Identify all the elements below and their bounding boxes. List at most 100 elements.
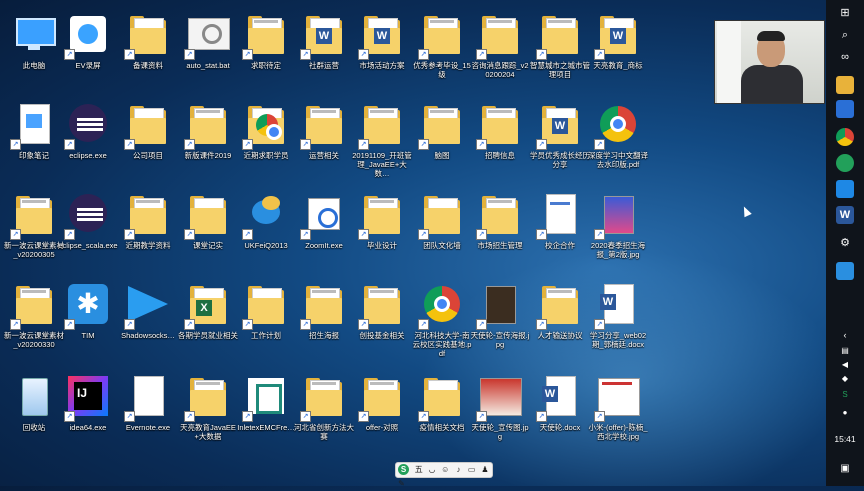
start-button[interactable]: ⊞	[836, 4, 854, 22]
desktop-icon[interactable]: W ↗ 天亮教育_商标	[588, 6, 648, 98]
ime-voice-icon[interactable]: ♪	[453, 463, 464, 477]
sogou-tray-icon[interactable]: S	[836, 386, 854, 404]
ime-toolbar[interactable]: S 五 ◡ ☺ ♪ ▭ ♟ ✎	[395, 462, 493, 488]
desktop-icon[interactable]: ↗ 新一波云课堂素材_v20200305	[4, 186, 64, 278]
word-taskbar-icon[interactable]: W	[836, 206, 854, 224]
shortcut-arrow-icon: ↗	[124, 49, 135, 60]
app-icon-blue[interactable]	[836, 100, 854, 118]
app-icon-cyan[interactable]	[836, 180, 854, 198]
shortcut-arrow-icon: ↗	[358, 411, 369, 422]
shortcut-arrow-icon: ↗	[242, 411, 253, 422]
notifications-icon[interactable]: ▣	[836, 460, 854, 478]
desktop-icon[interactable]: ↗ 咨询消息跟踪_v20200204	[470, 6, 530, 98]
desktop-icon[interactable]: ↗ 河北省创新方法大赛	[294, 368, 354, 460]
desktop-icon[interactable]: ↗ Shadowsocks…	[118, 276, 178, 368]
desktop-icon[interactable]: ↗ 校企合作	[530, 186, 590, 278]
desktop-icon-label: 优秀参考毕设_15级	[413, 61, 471, 79]
shortcut-arrow-icon: ↗	[10, 229, 21, 240]
desktop-icon[interactable]: ↗ 印象笔记	[4, 96, 64, 188]
task-view-icon[interactable]: ∞	[836, 48, 854, 66]
sogou-ime-icon[interactable]: S	[398, 464, 409, 475]
desktop-icon[interactable]: ↗ 疫情相关文档	[412, 368, 472, 460]
desktop-icon[interactable]: ↗ 深度学习中文翻译去水印版.pdf	[588, 96, 648, 188]
desktop-icon-label: 20191109_开班管理_JavaEE+大数…	[352, 151, 412, 178]
shortcut-arrow-icon: ↗	[594, 229, 605, 240]
file-explorer-icon[interactable]	[836, 76, 854, 94]
desktop-icon[interactable]: ↗ 优秀参考毕设_15级	[412, 6, 472, 98]
desktop-icon[interactable]: ↗ 工作计划	[236, 276, 296, 368]
feiq-icon[interactable]	[836, 262, 854, 280]
desktop-icon[interactable]: W ↗ 社群运营	[294, 6, 354, 98]
desktop-icon[interactable]: ↗ auto_stat.bat	[178, 6, 238, 98]
desktop-icon[interactable]: X ↗ 各期学员就业相关	[178, 276, 238, 368]
desktop-icon[interactable]: W ↗ 市场活动方案	[352, 6, 412, 98]
taskbar-clock[interactable]: 15:41	[826, 434, 864, 444]
desktop-icon[interactable]: ↗ 智慧城市之城市管理项目	[530, 6, 590, 98]
desktop-icon[interactable]: ↗ 团队文化墙	[412, 186, 472, 278]
ime-tools-icon[interactable]: ✎	[396, 477, 407, 491]
desktop-icon[interactable]: ↗ 求职待定	[236, 6, 296, 98]
desktop-icon[interactable]: ↗ 新版课件2019	[178, 96, 238, 188]
desktop-icon[interactable]: ↗ UKFeiQ2013	[236, 186, 296, 278]
desktop-icon[interactable]: ↗ eclipse.exe	[58, 96, 118, 188]
desktop-icon[interactable]: ↗ 公司项目	[118, 96, 178, 188]
desktop-icon[interactable]: ↗ 脑图	[412, 96, 472, 188]
shortcut-arrow-icon: ↗	[358, 319, 369, 330]
desktop-icon-label: 工作计划	[251, 331, 281, 340]
desktop-icon-label: 学员优秀成长经历分享	[530, 151, 590, 169]
desktop-icon[interactable]: ↗ 课堂记实	[178, 186, 238, 278]
desktop-icon[interactable]: ↗ 天使轮-宣传海报.jpg	[470, 276, 530, 368]
desktop-icon[interactable]: ↗ 市场招生管理	[470, 186, 530, 278]
desktop-icon-label: 新一波云课堂素材_v20200330	[4, 331, 64, 349]
tray-extra-icon[interactable]: ●	[836, 404, 854, 422]
desktop-icon[interactable]: ↗ InletexEMCFre…	[236, 368, 296, 460]
desktop-icon[interactable]: IJ ↗ idea64.exe	[58, 368, 118, 460]
ime-mode[interactable]: 五	[413, 463, 424, 477]
desktop-icon[interactable]: 回收站	[4, 368, 64, 460]
desktop-icon[interactable]: ↗ 2020春季招生海报_第2版.jpg	[588, 186, 648, 278]
shortcut-arrow-icon: ↗	[64, 229, 75, 240]
wechat-icon[interactable]	[836, 154, 854, 172]
desktop-icon[interactable]: ↗ 天亮教育JavaEE+大数据	[178, 368, 238, 460]
desktop-icon[interactable]: ↗ 天使轮_宣传图.jpg	[470, 368, 530, 460]
desktop-icon-label: InletexEMCFre…	[237, 423, 295, 432]
desktop-icon[interactable]: ↗ 备课资料	[118, 6, 178, 98]
desktop-icon[interactable]: ↗ offer-对照	[352, 368, 412, 460]
desktop-icon[interactable]: ↗ 小米-(offer)-陈楠_西北学校.jpg	[588, 368, 648, 460]
search-icon[interactable]: ⌕	[836, 26, 854, 44]
desktop-icon[interactable]: ✱ ↗ TIM	[58, 276, 118, 368]
mouse-cursor-icon	[740, 204, 752, 218]
settings-gear-icon[interactable]: ⚙	[836, 234, 854, 252]
ime-keyboard-icon[interactable]: ▭	[466, 463, 477, 477]
desktop-icon[interactable]: ↗ EV录屏	[58, 6, 118, 98]
desktop-icon[interactable]: 此电脑	[4, 6, 64, 98]
desktop-icon[interactable]: ↗ 新一波云课堂素材_v20200330	[4, 276, 64, 368]
desktop-icon-label: 毕业设计	[367, 241, 397, 250]
desktop-icon[interactable]: ↗ ZoomIt.exe	[294, 186, 354, 278]
desktop-icon[interactable]: ↗ 近期求职学员	[236, 96, 296, 188]
desktop-icon[interactable]: W ↗ 学习分享_web02期_郭楠廷.docx	[588, 276, 648, 368]
desktop-icon[interactable]: ↗ 人才输送协议	[530, 276, 590, 368]
app-inletex-icon: ↗	[242, 372, 290, 422]
desktop-icon[interactable]: ↗ 20191109_开班管理_JavaEE+大数…	[352, 96, 412, 188]
desktop-icon[interactable]: ↗ eclipse_scala.exe	[58, 186, 118, 278]
desktop-icon[interactable]: W ↗ 天使轮.docx	[530, 368, 590, 460]
chrome-icon: ↗	[418, 280, 466, 330]
desktop-icon[interactable]: ↗ 运营相关	[294, 96, 354, 188]
desktop-icon[interactable]: ↗ 招生海报	[294, 276, 354, 368]
desktop-icon[interactable]: ↗ 招聘信息	[470, 96, 530, 188]
desktop-icon[interactable]: W ↗ 学员优秀成长经历分享	[530, 96, 590, 188]
desktop-icon[interactable]: ↗ 毕业设计	[352, 186, 412, 278]
ime-emoji-icon[interactable]: ☺	[440, 463, 451, 477]
desktop-icon-label: 河北科技大学-南云校区实践基地.pdf	[412, 331, 472, 358]
desktop-icon-label: 学习分享_web02期_郭楠廷.docx	[589, 331, 647, 349]
photo-icon: ↗	[476, 372, 524, 422]
desktop-icon-label: 创投基金相关	[359, 331, 405, 340]
desktop-icon[interactable]: ↗ Evernote.exe	[118, 368, 178, 460]
desktop-icon[interactable]: ↗ 创投基金相关	[352, 276, 412, 368]
ime-skin-icon[interactable]: ♟	[479, 463, 490, 477]
desktop-icon[interactable]: ↗ 河北科技大学-南云校区实践基地.pdf	[412, 276, 472, 368]
ime-punct-icon[interactable]: ◡	[426, 463, 437, 477]
chrome-icon[interactable]	[836, 128, 854, 146]
desktop-icon[interactable]: ↗ 近期教学资料	[118, 186, 178, 278]
